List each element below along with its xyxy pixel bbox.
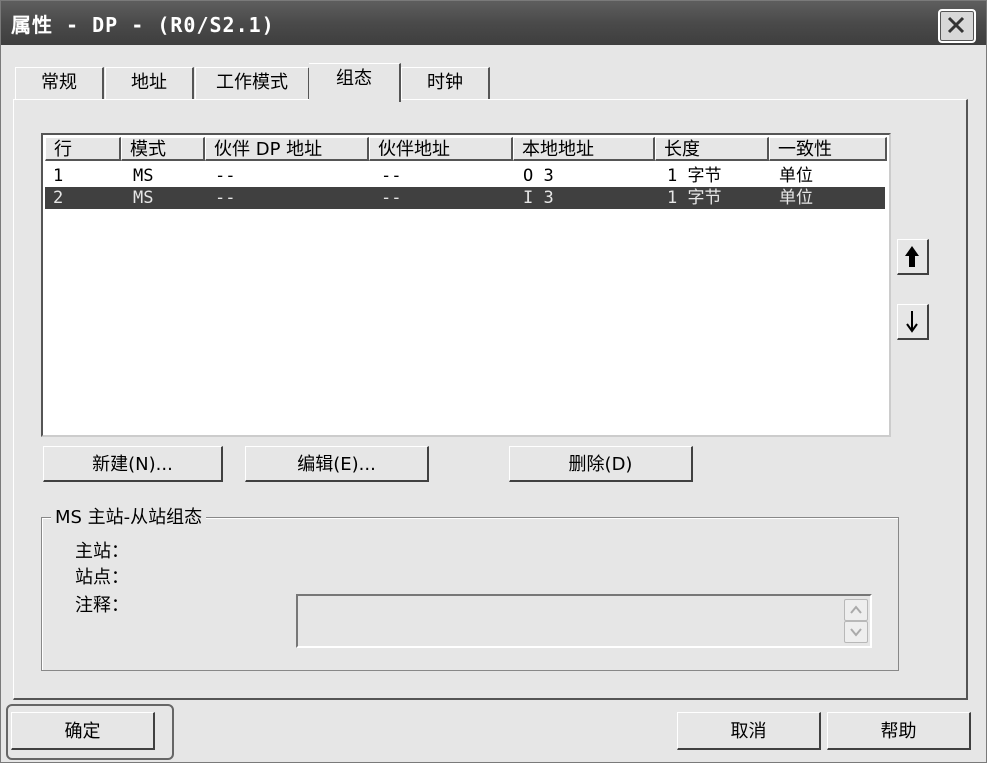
ok-button[interactable]: 确定 — [11, 712, 155, 750]
tab-operating-mode-label: 工作模式 — [216, 72, 288, 93]
delete-button-label: 删除(D) — [568, 454, 633, 475]
help-button-label: 帮助 — [880, 721, 917, 742]
new-button-label: 新建(N)... — [92, 454, 173, 475]
cell-length: 1 字节 — [667, 188, 722, 208]
column-header-length[interactable]: 长度 — [655, 137, 769, 161]
close-icon — [947, 16, 965, 34]
comment-field[interactable] — [296, 594, 872, 648]
list-header: 行 模式 伙伴 DP 地址 伙伴地址 本地地址 长度 一致性 — [43, 135, 889, 163]
new-button[interactable]: 新建(N)... — [43, 446, 223, 482]
column-header-local-address[interactable]: 本地地址 — [513, 137, 655, 161]
scroll-up-button[interactable] — [844, 599, 868, 621]
tab-general-label: 常规 — [41, 72, 77, 93]
move-down-button[interactable] — [897, 304, 929, 340]
help-button[interactable]: 帮助 — [827, 712, 971, 750]
cell-consistency: 单位 — [779, 166, 813, 186]
delete-button[interactable]: 删除(D) — [509, 446, 693, 482]
cell-local-address: O 3 — [523, 166, 554, 186]
column-header-mode[interactable]: 模式 — [121, 137, 205, 161]
tab-address[interactable]: 地址 — [105, 67, 194, 100]
tab-configuration-label: 组态 — [336, 68, 372, 89]
close-button[interactable] — [938, 9, 976, 43]
cell-consistency: 单位 — [779, 188, 813, 208]
tab-clock-label: 时钟 — [427, 72, 463, 93]
properties-dialog: 属性 - DP - (R0/S2.1) 常规 地址 工作模式 组态 时钟 行 模… — [0, 0, 987, 763]
tab-configuration[interactable]: 组态 — [309, 63, 401, 102]
master-label: 主站： — [75, 541, 129, 562]
window-title: 属性 - DP - (R0/S2.1) — [11, 13, 275, 37]
column-header-consistency[interactable]: 一致性 — [769, 137, 887, 161]
column-header-partner-dp-address[interactable]: 伙伴 DP 地址 — [205, 137, 369, 161]
cell-partner-dp-address: -- — [215, 166, 236, 186]
station-label: 站点： — [75, 567, 129, 588]
cancel-button-label: 取消 — [730, 721, 767, 742]
cell-row: 1 — [53, 166, 64, 186]
chevron-down-icon — [850, 628, 862, 637]
arrow-up-icon — [905, 246, 919, 267]
title-bar[interactable]: 属性 - DP - (R0/S2.1) — [1, 1, 986, 45]
cell-local-address: I 3 — [523, 188, 554, 208]
group-legend: MS 主站-从站组态 — [51, 503, 207, 529]
tab-operating-mode[interactable]: 工作模式 — [195, 67, 310, 100]
edit-button-label: 编辑(E)... — [297, 454, 376, 475]
column-header-row[interactable]: 行 — [45, 137, 121, 161]
comment-label: 注释： — [75, 595, 129, 616]
table-row[interactable]: 2 MS -- -- I 3 1 字节 单位 — [45, 187, 885, 209]
cell-partner-dp-address: -- — [215, 188, 236, 208]
arrow-down-icon — [906, 311, 918, 333]
cell-length: 1 字节 — [667, 166, 722, 186]
tab-general[interactable]: 常规 — [15, 67, 104, 100]
cell-partner-address: -- — [381, 166, 402, 186]
tab-address-label: 地址 — [131, 72, 167, 93]
scroll-down-button[interactable] — [844, 621, 868, 643]
table-row[interactable]: 1 MS -- -- O 3 1 字节 单位 — [45, 165, 885, 187]
column-header-partner-address[interactable]: 伙伴地址 — [369, 137, 513, 161]
tab-clock[interactable]: 时钟 — [401, 67, 490, 100]
ok-button-label: 确定 — [64, 721, 101, 742]
configuration-list[interactable]: 行 模式 伙伴 DP 地址 伙伴地址 本地地址 长度 一致性 1 MS -- -… — [41, 133, 891, 437]
cancel-button[interactable]: 取消 — [677, 712, 821, 750]
move-up-button[interactable] — [897, 239, 929, 275]
cell-partner-address: -- — [381, 188, 402, 208]
edit-button[interactable]: 编辑(E)... — [245, 446, 429, 482]
cell-mode: MS — [133, 166, 154, 186]
cell-row: 2 — [53, 188, 64, 208]
cell-mode: MS — [133, 188, 154, 208]
chevron-up-icon — [850, 605, 862, 614]
